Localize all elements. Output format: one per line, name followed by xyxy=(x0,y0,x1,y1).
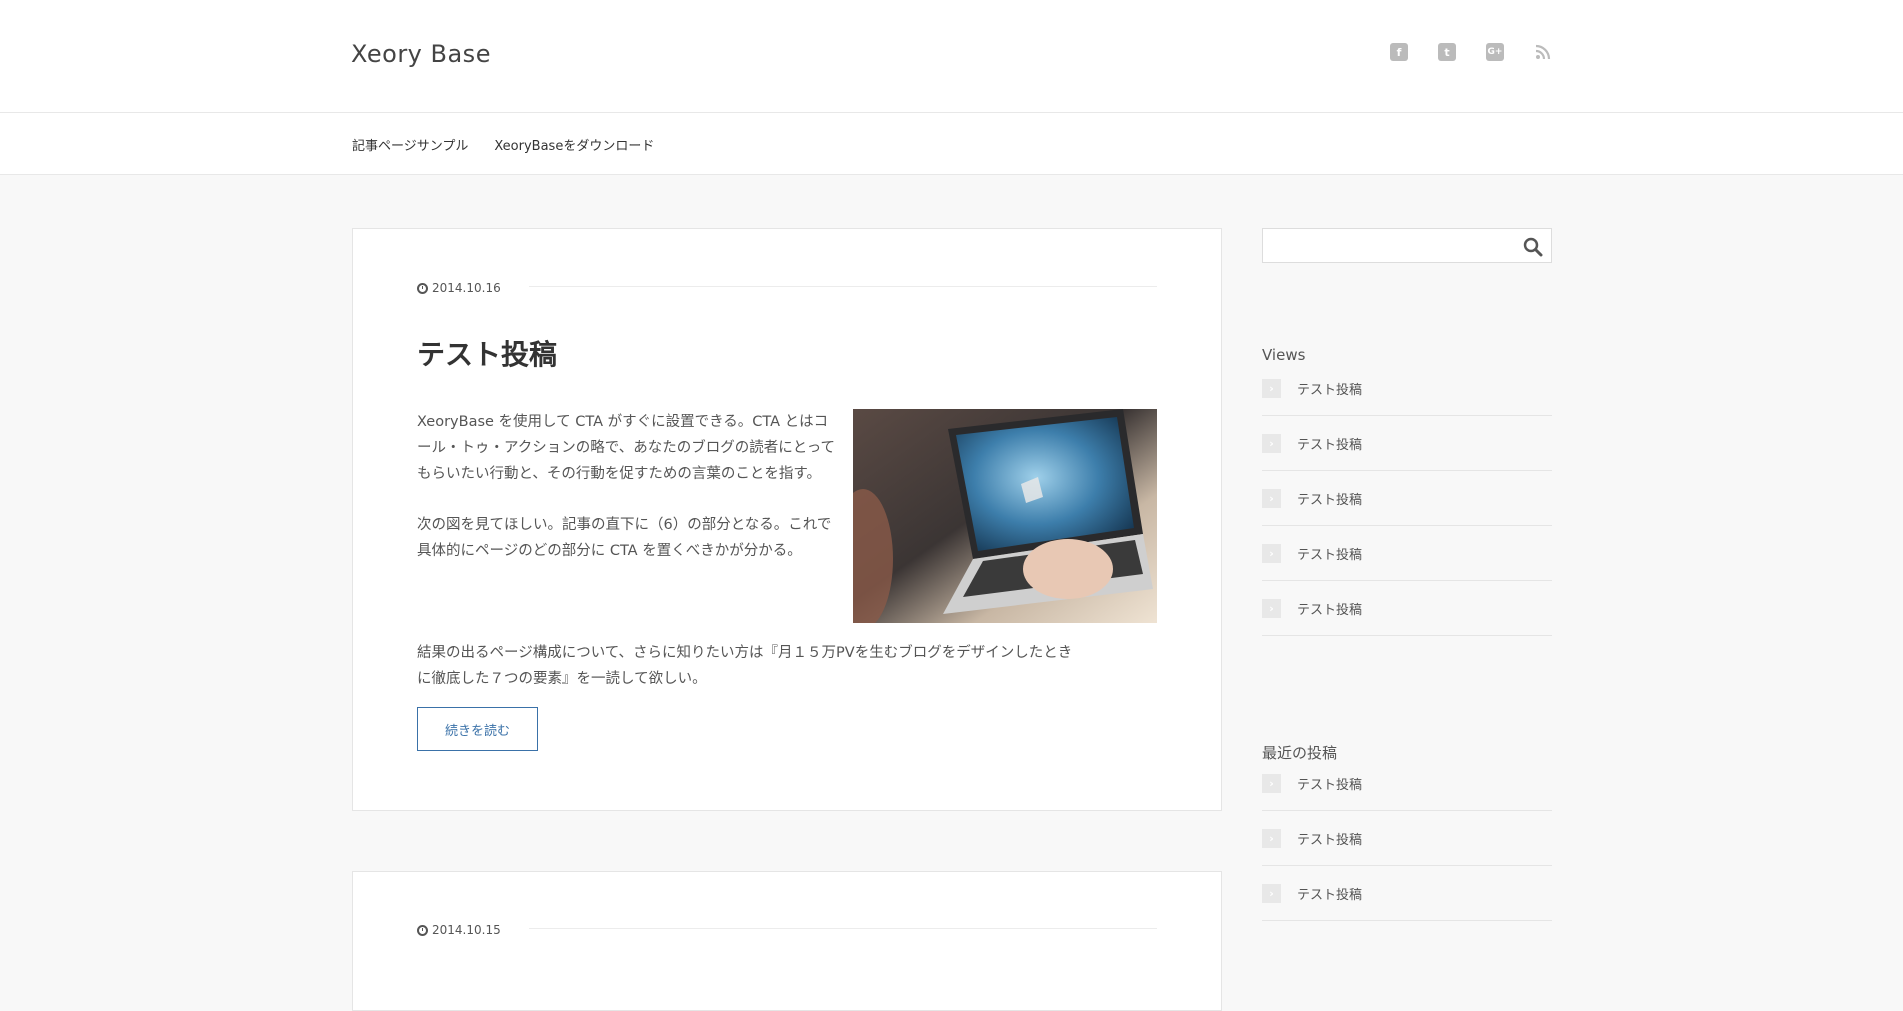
post-excerpt: XeoryBase を使用して CTA がすぐに設置できる。CTA とはコール・… xyxy=(417,409,837,589)
chevron-right-icon: › xyxy=(1262,433,1281,453)
site-title[interactable]: Xeory Base xyxy=(351,40,491,68)
site-header: Xeory Base f t G+ xyxy=(0,0,1903,113)
twitter-icon[interactable]: t xyxy=(1438,43,1456,61)
clock-icon xyxy=(417,924,428,936)
google-plus-icon[interactable]: G+ xyxy=(1486,43,1504,61)
chevron-right-icon: › xyxy=(1262,378,1281,398)
read-more-button[interactable]: 続きを読む xyxy=(417,707,538,751)
nav-item-download[interactable]: XeoryBaseをダウンロード xyxy=(494,135,654,154)
excerpt-paragraph: 次の図を見てほしい。記事の直下に（6）の部分となる。これで具体的にページのどの部… xyxy=(417,517,832,559)
list-item-label: テスト投稿 xyxy=(1297,437,1363,453)
list-item-label: テスト投稿 xyxy=(1297,382,1363,398)
list-item[interactable]: › テスト投稿 xyxy=(1262,526,1552,581)
list-item[interactable]: › テスト投稿 xyxy=(1262,756,1552,811)
date-divider xyxy=(529,286,1157,287)
post-card: 2014.10.15 xyxy=(352,871,1222,1011)
post-thumbnail[interactable] xyxy=(853,409,1157,623)
chevron-right-icon: › xyxy=(1262,488,1281,508)
search-input[interactable] xyxy=(1263,229,1503,262)
list-item-label: テスト投稿 xyxy=(1297,547,1363,563)
list-item-label: テスト投稿 xyxy=(1297,492,1363,508)
chevron-right-icon: › xyxy=(1262,773,1281,793)
excerpt-paragraph: XeoryBase を使用して CTA がすぐに設置できる。CTA とはコール・… xyxy=(417,414,836,482)
post-date: 2014.10.15 xyxy=(417,923,501,937)
list-item-label: テスト投稿 xyxy=(1297,887,1363,903)
list-item-label: テスト投稿 xyxy=(1297,832,1363,848)
views-list: › テスト投稿 › テスト投稿 › テスト投稿 › テスト投稿 › テスト投稿 xyxy=(1262,361,1552,636)
social-links: f t G+ xyxy=(1390,43,1552,61)
list-item-label: テスト投稿 xyxy=(1297,777,1363,793)
clock-icon xyxy=(417,282,428,294)
search-box xyxy=(1262,228,1552,263)
list-item[interactable]: › テスト投稿 xyxy=(1262,361,1552,416)
nav-item-sample-page[interactable]: 記事ページサンプル xyxy=(352,135,468,154)
search-icon[interactable] xyxy=(1523,237,1543,257)
list-item[interactable]: › テスト投稿 xyxy=(1262,471,1552,526)
list-item[interactable]: › テスト投稿 xyxy=(1262,416,1552,471)
date-divider xyxy=(529,928,1157,929)
post-date-text: 2014.10.16 xyxy=(432,281,501,295)
chevron-right-icon: › xyxy=(1262,543,1281,563)
list-item[interactable]: › テスト投稿 xyxy=(1262,866,1552,921)
facebook-icon[interactable]: f xyxy=(1390,43,1408,61)
list-item[interactable]: › テスト投稿 xyxy=(1262,581,1552,636)
chevron-right-icon: › xyxy=(1262,598,1281,618)
excerpt-paragraph: 結果の出るページ構成について、さらに知りたい方は『月１５万PVを生むブログをデザ… xyxy=(417,645,1073,687)
list-item-label: テスト投稿 xyxy=(1297,602,1363,618)
post-title[interactable]: テスト投稿 xyxy=(417,333,557,373)
chevron-right-icon: › xyxy=(1262,828,1281,848)
rss-icon[interactable] xyxy=(1534,43,1552,61)
recent-posts-list: › テスト投稿 › テスト投稿 › テスト投稿 xyxy=(1262,756,1552,921)
post-date-text: 2014.10.15 xyxy=(432,923,501,937)
chevron-right-icon: › xyxy=(1262,883,1281,903)
main-nav: 記事ページサンプル XeoryBaseをダウンロード xyxy=(0,113,1903,175)
list-item[interactable]: › テスト投稿 xyxy=(1262,811,1552,866)
post-date: 2014.10.16 xyxy=(417,281,501,295)
post-card: 2014.10.16 テスト投稿 XeoryBase を使用して CTA がすぐ… xyxy=(352,228,1222,811)
